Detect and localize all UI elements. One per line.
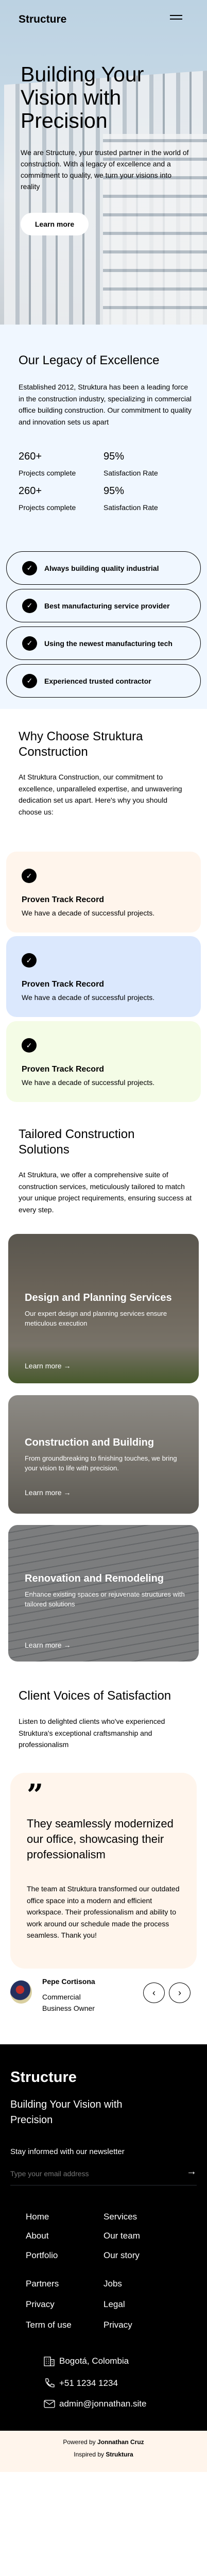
check-circle-icon: ✓	[22, 1038, 37, 1053]
learn-more-link[interactable]: Learn more →	[25, 1641, 71, 1649]
service-card: Construction and Building From groundbrea…	[8, 1395, 199, 1514]
hero-section: Structure Building Your Vision with Prec…	[0, 0, 207, 325]
subscribe-arrow-icon[interactable]: →	[186, 2166, 197, 2178]
arrow-right-icon: →	[63, 1362, 71, 1370]
footer-tagline: Building Your Vision with Precision	[10, 2099, 123, 2126]
logo[interactable]: Structure	[19, 13, 66, 26]
author-avatar	[10, 1980, 32, 2004]
legacy-title: Our Legacy of Excellence	[19, 353, 160, 367]
building-icon	[44, 2357, 55, 2366]
quote-icon: ”	[27, 1778, 44, 1812]
stat: 95% Satisfaction Rate	[104, 485, 158, 512]
legacy-text: Established 2012, Struktura has been a l…	[19, 383, 192, 426]
powered-by-link[interactable]: Jonnathan Cruz	[97, 2438, 144, 2446]
prev-testimonial-button[interactable]: ‹	[143, 1982, 165, 2003]
contact-email[interactable]: admin@jonnathan.site	[44, 2399, 146, 2409]
powered-by: Powered by Jonnathan Cruz	[63, 2438, 144, 2446]
footer-link-about[interactable]: About	[26, 2231, 48, 2241]
learn-more-link[interactable]: Learn more →	[25, 1488, 71, 1497]
testimonials-title: Client Voices of Satisfaction	[19, 1689, 171, 1703]
why-title: Why Choose Struktura Construction	[19, 730, 143, 759]
footer-link-legal[interactable]: Legal	[104, 2299, 125, 2310]
arrow-right-icon: →	[63, 1641, 71, 1649]
check-circle-icon: ✓	[22, 636, 37, 651]
footer-link-our-team[interactable]: Our team	[104, 2231, 140, 2241]
services-text: At Struktura, we offer a comprehensive s…	[19, 1171, 192, 1214]
why-card: ✓ Proven Track Record We have a decade of …	[6, 936, 201, 1017]
hamburger-icon	[170, 15, 182, 16]
stat: 95% Satisfaction Rate	[104, 451, 158, 477]
hero-text: We are Structure, your trusted partner i…	[21, 148, 189, 191]
feature-pill: ✓ Best manufacturing service provider	[6, 589, 201, 622]
footer-link-services[interactable]: Services	[104, 2212, 137, 2222]
phone-icon	[45, 2378, 55, 2387]
check-circle-icon: ✓	[22, 561, 37, 575]
footer-link-jobs[interactable]: Jobs	[104, 2279, 122, 2289]
testimonial-card: ” They seamlessly modernized our office,…	[10, 1773, 197, 1969]
check-circle-icon: ✓	[22, 673, 37, 688]
arrow-right-icon: →	[63, 1488, 71, 1497]
service-card: Renovation and Remodeling Enhance existin…	[8, 1525, 199, 1662]
check-circle-icon: ✓	[22, 869, 37, 883]
footer-link-home[interactable]: Home	[26, 2212, 49, 2222]
email-input[interactable]	[10, 2166, 180, 2181]
footer: Structure Building Your Vision with Prec…	[0, 2044, 207, 2431]
contact-address: Bogotá, Colombia	[44, 2356, 129, 2366]
quote-title: They seamlessly modernized our office, s…	[27, 1817, 174, 1861]
hamburger-menu-button[interactable]	[170, 15, 182, 23]
next-testimonial-button[interactable]: ›	[169, 1982, 191, 2003]
learn-more-link[interactable]: Learn more →	[25, 1362, 71, 1370]
footer-link-privacy-2[interactable]: Privacy	[104, 2320, 132, 2330]
feature-pill: ✓ Experienced trusted contractor	[6, 664, 201, 698]
feature-pill: ✓ Using the newest manufacturing tech	[6, 626, 201, 660]
inspired-by: Inspired by Struktura	[74, 2451, 133, 2458]
mail-icon	[44, 2400, 55, 2408]
why-text: At Struktura Construction, our commitmen…	[19, 773, 182, 816]
credits-bar: Powered by Jonnathan Cruz Inspired by St…	[0, 2431, 207, 2472]
hero-title: Building Your Vision with Precision	[21, 62, 144, 132]
newsletter-label: Stay informed with our newsletter	[10, 2147, 125, 2156]
quote-body: The team at Struktura transformed our ou…	[27, 1885, 180, 1939]
feature-pill: ✓ Always building quality industrial	[6, 551, 201, 585]
stat: 260+ Projects complete	[19, 451, 76, 477]
service-card: Design and Planning Services Our expert d…	[8, 1234, 199, 1383]
services-title: Tailored Construction Solutions	[19, 1127, 135, 1157]
inspired-by-link[interactable]: Struktura	[106, 2451, 133, 2458]
why-card: ✓ Proven Track Record We have a decade of …	[6, 852, 201, 933]
footer-link-partners[interactable]: Partners	[26, 2279, 59, 2289]
chevron-left-icon: ‹	[152, 1987, 156, 1998]
why-card: ✓ Proven Track Record We have a decade of …	[6, 1021, 201, 1102]
stat: 260+ Projects complete	[19, 485, 76, 512]
contact-phone[interactable]: +51 1234 1234	[44, 2378, 118, 2389]
footer-link-portfolio[interactable]: Portfolio	[26, 2250, 58, 2261]
chevron-right-icon: ›	[178, 1987, 181, 1998]
footer-link-our-story[interactable]: Our story	[104, 2250, 140, 2261]
learn-more-button[interactable]: Learn more	[21, 213, 89, 235]
author-name: Pepe Cortisona	[42, 1977, 95, 1986]
author-role: Commercial Business Owner	[42, 1993, 95, 2012]
legacy-section: Our Legacy of Excellence Established 201…	[0, 325, 207, 709]
footer-link-privacy[interactable]: Privacy	[26, 2299, 55, 2310]
footer-link-terms[interactable]: Term of use	[26, 2320, 72, 2330]
check-circle-icon: ✓	[22, 953, 37, 968]
check-circle-icon: ✓	[22, 598, 37, 613]
footer-logo[interactable]: Structure	[10, 2069, 77, 2086]
testimonials-text: Listen to delighted clients who've exper…	[19, 1717, 165, 1749]
